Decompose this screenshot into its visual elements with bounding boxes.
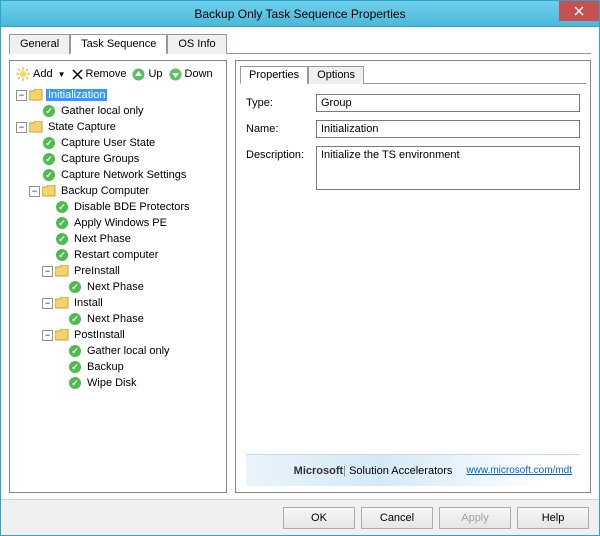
type-field bbox=[316, 94, 580, 112]
tree-node-preinstall[interactable]: −PreInstall bbox=[16, 263, 222, 279]
folder-icon bbox=[55, 296, 69, 310]
up-label: Up bbox=[148, 68, 162, 80]
check-icon: ✓ bbox=[68, 376, 82, 390]
window-title: Backup Only Task Sequence Properties bbox=[194, 7, 405, 21]
tree-node-initialization[interactable]: −Initialization bbox=[16, 87, 222, 103]
folder-icon bbox=[55, 264, 69, 278]
ok-button[interactable]: OK bbox=[283, 507, 355, 529]
inner-tab-strip: Properties Options bbox=[240, 65, 586, 84]
check-icon: ✓ bbox=[55, 200, 69, 214]
check-icon: ✓ bbox=[42, 136, 56, 150]
type-label: Type: bbox=[246, 94, 316, 109]
collapse-icon[interactable]: − bbox=[42, 330, 53, 341]
check-icon: ✓ bbox=[68, 344, 82, 358]
tree-node-backup[interactable]: ✓Backup bbox=[16, 359, 222, 375]
collapse-icon[interactable]: − bbox=[16, 90, 27, 101]
close-button[interactable] bbox=[559, 1, 599, 21]
sun-icon bbox=[16, 67, 30, 81]
dialog-button-bar: OK Cancel Apply Help bbox=[1, 499, 599, 535]
tree-node-capture-groups[interactable]: ✓Capture Groups bbox=[16, 151, 222, 167]
arrow-up-icon bbox=[132, 68, 145, 81]
description-field[interactable] bbox=[316, 146, 580, 190]
folder-icon bbox=[42, 184, 56, 198]
tree-node-state-capture[interactable]: −State Capture bbox=[16, 119, 222, 135]
titlebar: Backup Only Task Sequence Properties bbox=[1, 1, 599, 27]
tree-node-capture-network[interactable]: ✓Capture Network Settings bbox=[16, 167, 222, 183]
cancel-button[interactable]: Cancel bbox=[361, 507, 433, 529]
properties-body: Type: Name: Description: Microsoft| Solu… bbox=[236, 84, 590, 492]
tree-node-next-phase-1[interactable]: ✓Next Phase bbox=[16, 231, 222, 247]
tree-node-postinstall[interactable]: −PostInstall bbox=[16, 327, 222, 343]
tree-node-restart[interactable]: ✓Restart computer bbox=[16, 247, 222, 263]
description-label: Description: bbox=[246, 146, 316, 161]
check-icon: ✓ bbox=[55, 248, 69, 262]
brand-text: Microsoft| Solution Accelerators bbox=[294, 465, 453, 477]
check-icon: ✓ bbox=[68, 280, 82, 294]
tree-node-install[interactable]: −Install bbox=[16, 295, 222, 311]
folder-icon bbox=[29, 120, 43, 134]
arrow-down-icon bbox=[169, 68, 182, 81]
brand-link[interactable]: www.microsoft.com/mdt bbox=[466, 465, 572, 476]
tree-node-gather-local[interactable]: ✓Gather local only bbox=[16, 103, 222, 119]
tab-options[interactable]: Options bbox=[308, 66, 364, 84]
outer-tab-strip: General Task Sequence OS Info bbox=[9, 33, 591, 54]
collapse-icon[interactable]: − bbox=[42, 298, 53, 309]
check-icon: ✓ bbox=[55, 232, 69, 246]
tab-general[interactable]: General bbox=[9, 34, 70, 54]
tree-node-wipe-disk[interactable]: ✓Wipe Disk bbox=[16, 375, 222, 391]
row-description: Description: bbox=[246, 146, 580, 193]
collapse-icon[interactable]: − bbox=[42, 266, 53, 277]
check-icon: ✓ bbox=[42, 168, 56, 182]
add-button[interactable]: Add ▼ bbox=[16, 67, 66, 81]
tree-toolbar: Add ▼ Remove Up Down bbox=[14, 65, 222, 87]
tree-node-next-phase-3[interactable]: ✓Next Phase bbox=[16, 311, 222, 327]
tree-node-gather-local-2[interactable]: ✓Gather local only bbox=[16, 343, 222, 359]
collapse-icon[interactable]: − bbox=[29, 186, 40, 197]
remove-label: Remove bbox=[86, 68, 127, 80]
collapse-icon[interactable]: − bbox=[16, 122, 27, 133]
folder-icon bbox=[29, 88, 43, 102]
check-icon: ✓ bbox=[55, 216, 69, 230]
task-tree[interactable]: −Initialization ✓Gather local only −Stat… bbox=[14, 87, 222, 488]
tree-node-backup-computer[interactable]: −Backup Computer bbox=[16, 183, 222, 199]
content-row: Add ▼ Remove Up Down bbox=[9, 60, 591, 493]
folder-icon bbox=[55, 328, 69, 342]
row-name: Name: bbox=[246, 120, 580, 138]
chevron-down-icon: ▼ bbox=[58, 70, 66, 79]
right-panel: Properties Options Type: Name: Descripti… bbox=[235, 60, 591, 493]
tab-properties[interactable]: Properties bbox=[240, 66, 308, 84]
check-icon: ✓ bbox=[68, 360, 82, 374]
up-button[interactable]: Up bbox=[132, 68, 162, 81]
tree-node-next-phase-2[interactable]: ✓Next Phase bbox=[16, 279, 222, 295]
name-field[interactable] bbox=[316, 120, 580, 138]
x-icon bbox=[72, 69, 83, 80]
help-button[interactable]: Help bbox=[517, 507, 589, 529]
window: Backup Only Task Sequence Properties Gen… bbox=[0, 0, 600, 536]
check-icon: ✓ bbox=[42, 104, 56, 118]
apply-button: Apply bbox=[439, 507, 511, 529]
brand-bar: Microsoft| Solution Accelerators www.mic… bbox=[246, 454, 580, 486]
check-icon: ✓ bbox=[68, 312, 82, 326]
down-button[interactable]: Down bbox=[169, 68, 213, 81]
tab-task-sequence[interactable]: Task Sequence bbox=[70, 34, 167, 54]
tab-os-info[interactable]: OS Info bbox=[167, 34, 226, 54]
tree-node-disable-bde[interactable]: ✓Disable BDE Protectors bbox=[16, 199, 222, 215]
tree-node-capture-user-state[interactable]: ✓Capture User State bbox=[16, 135, 222, 151]
name-label: Name: bbox=[246, 120, 316, 135]
check-icon: ✓ bbox=[42, 152, 56, 166]
down-label: Down bbox=[185, 68, 213, 80]
row-type: Type: bbox=[246, 94, 580, 112]
dialog-body: General Task Sequence OS Info Add ▼ Remov… bbox=[1, 27, 599, 499]
add-label: Add bbox=[33, 68, 53, 80]
remove-button[interactable]: Remove bbox=[72, 68, 127, 80]
tree-node-apply-winpe[interactable]: ✓Apply Windows PE bbox=[16, 215, 222, 231]
left-panel: Add ▼ Remove Up Down bbox=[9, 60, 227, 493]
close-icon bbox=[574, 6, 584, 16]
